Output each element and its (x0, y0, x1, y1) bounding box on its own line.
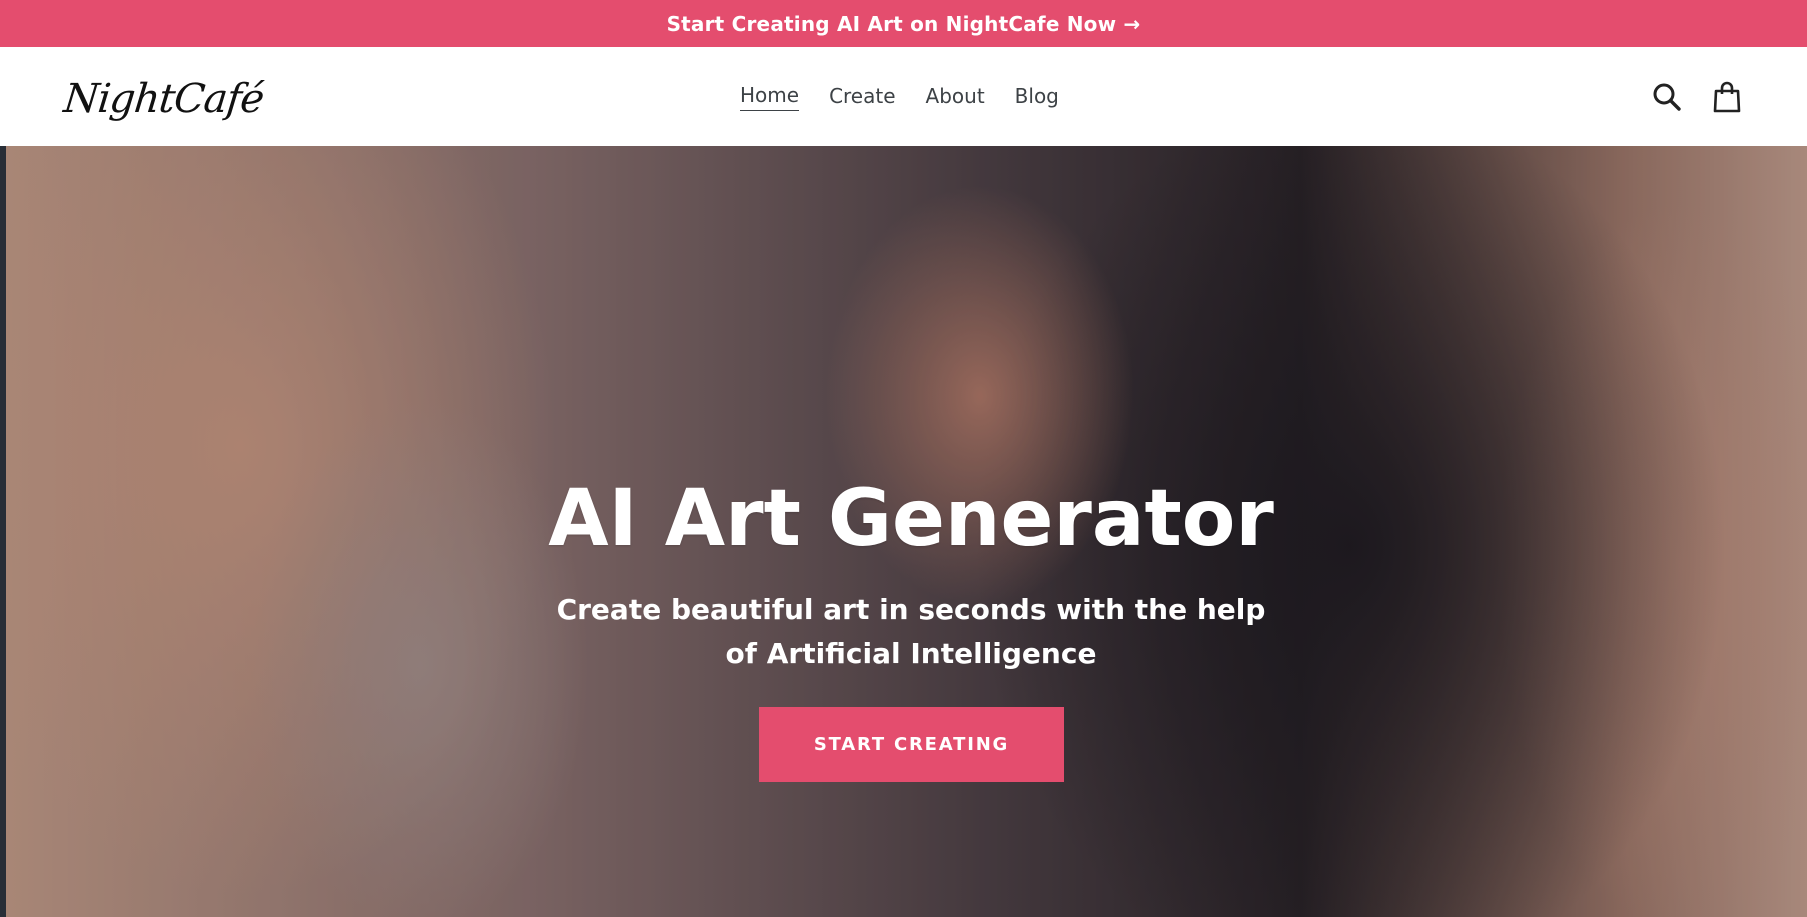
search-button[interactable] (1647, 77, 1687, 117)
announcement-text: Start Creating AI Art on NightCafe Now → (666, 11, 1141, 36)
nav-item-home[interactable]: Home (740, 83, 800, 111)
main-nav: Home Create About Blog (740, 83, 1059, 111)
nav-item-about[interactable]: About (926, 84, 985, 111)
hero-title: AI Art Generator (548, 474, 1274, 564)
start-creating-button[interactable]: START CREATING (759, 707, 1064, 782)
logo[interactable]: NightCafé (61, 73, 266, 125)
nav-item-blog[interactable]: Blog (1015, 84, 1059, 111)
nav-item-create[interactable]: Create (829, 84, 895, 111)
site-header: NightCafé Home Create About Blog (0, 47, 1807, 146)
cart-button[interactable] (1707, 77, 1747, 117)
shopping-bag-icon (1713, 81, 1741, 113)
announcement-bar[interactable]: Start Creating AI Art on NightCafe Now → (0, 0, 1807, 47)
hero-banner: AI Art Generator Create beautiful art in… (0, 146, 1807, 917)
hero-content: AI Art Generator Create beautiful art in… (0, 146, 1807, 917)
search-icon (1653, 83, 1681, 111)
hero-subtitle: Create beautiful art in seconds with the… (556, 593, 1266, 670)
